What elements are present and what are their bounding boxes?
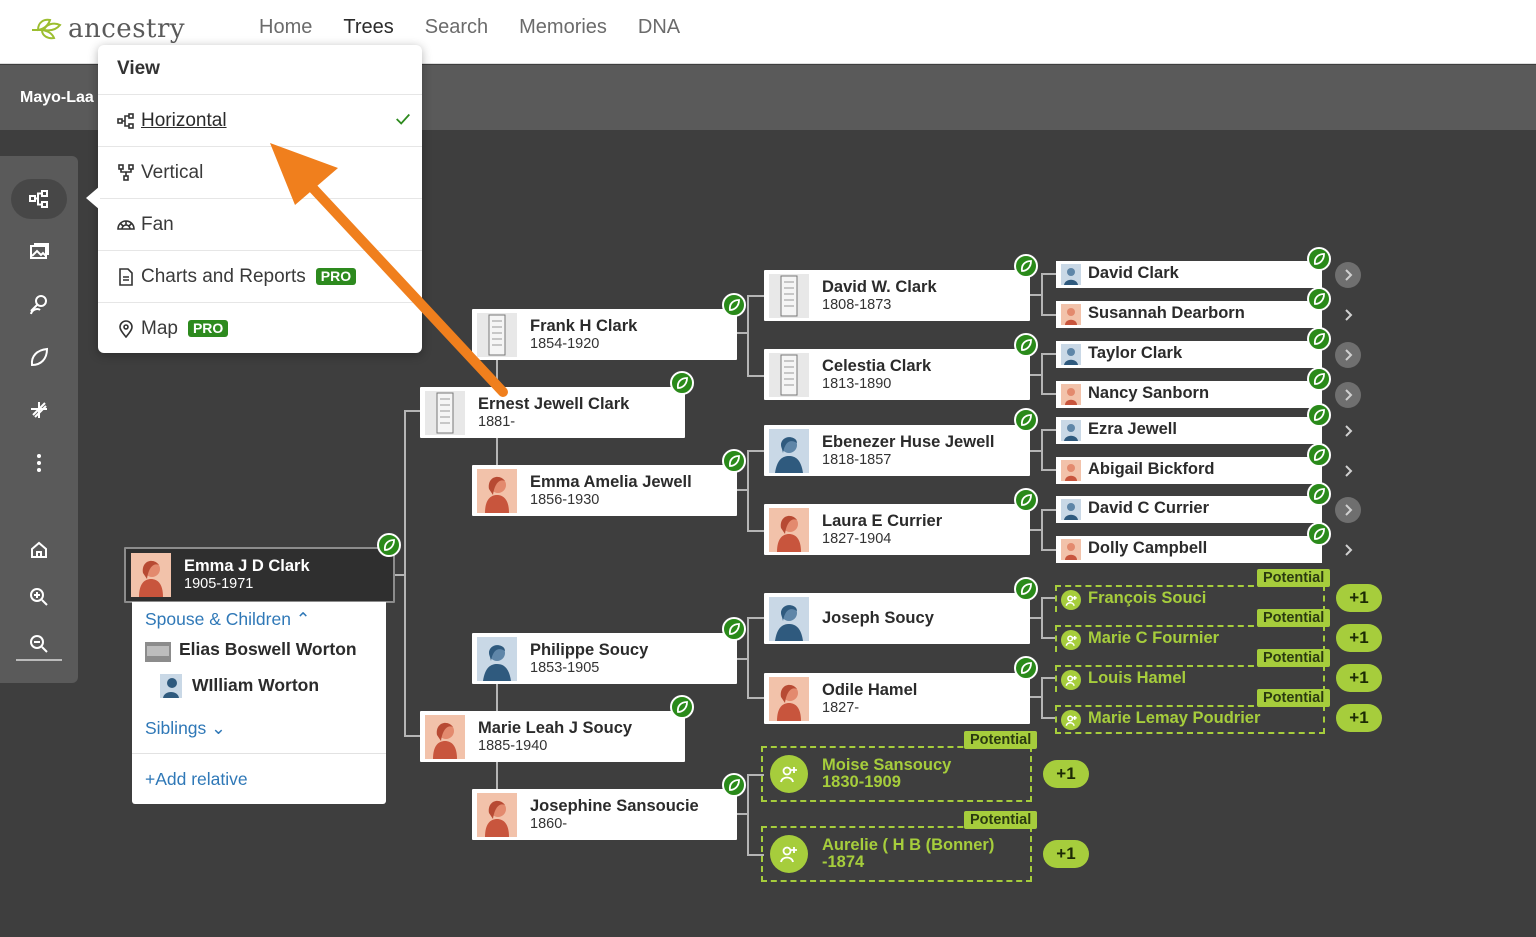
orange-arrow-annotation: [270, 143, 508, 397]
